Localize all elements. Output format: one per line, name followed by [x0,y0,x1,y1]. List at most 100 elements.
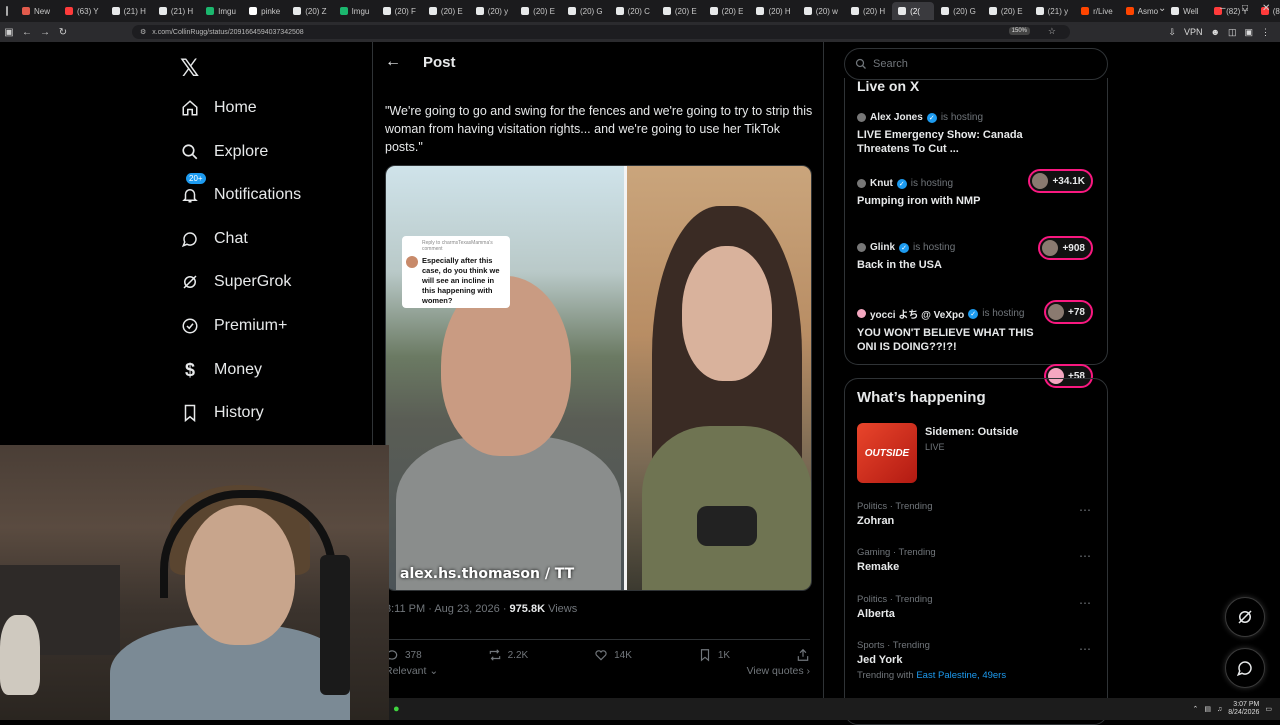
post-timestamp[interactable]: 3:11 PM · Aug 23, 2026 · [385,603,510,615]
browser-tab[interactable]: (21) y [1030,2,1074,20]
trend-item[interactable]: Sports · Trending Jed York Trending with… [857,640,1097,681]
app-status-icon[interactable]: ● [393,703,400,715]
browser-tab[interactable]: pinke [243,2,286,20]
nav-item-money[interactable]: $ Money [180,360,262,380]
reply-button[interactable]: 378 [385,640,422,662]
tab-search-icon[interactable]: ⌄ [1158,3,1166,14]
browser-tab[interactable]: (20) G [562,2,609,20]
more-options-icon[interactable]: ⋯ [1079,503,1091,517]
page-title: Post [423,53,456,71]
volume-icon[interactable]: ♫ [1217,706,1222,713]
tweet-media[interactable]: Reply to charmsTexasMamma's comment Espe… [385,165,812,591]
maximize-button[interactable]: □ [1242,3,1248,14]
more-options-icon[interactable]: ⋯ [1079,596,1091,610]
clock[interactable]: 3:07 PM 8/24/2026 [1228,701,1259,717]
tab-title: (20) Z [305,6,327,16]
forward-button[interactable]: → [36,27,54,38]
back-arrow-icon[interactable]: ← [385,53,401,71]
browser-tab[interactable]: (20) w [798,2,844,20]
messages-fab[interactable] [1225,648,1265,688]
tab-menu-icon[interactable] [6,6,8,16]
browser-tab[interactable]: (20) E [515,2,561,20]
bookmark-star-icon[interactable]: ☆ [1048,26,1056,37]
browser-tab[interactable]: Imgu [334,2,376,20]
browser-tab[interactable]: (20) H [845,2,891,20]
network-icon[interactable]: ▤ [1204,705,1211,713]
browser-tab[interactable]: (2( [892,2,935,20]
nav-item-explore[interactable]: Explore [180,142,268,162]
site-info-icon[interactable]: ⚙ [140,28,146,36]
nav-item-chat[interactable]: Chat [180,229,248,249]
relevant-dropdown[interactable]: Relevant ⌄ [385,665,438,677]
tab-favicon-icon [1125,7,1134,15]
browser-tab[interactable]: New [16,2,58,20]
minimize-button[interactable]: – [1220,3,1226,14]
browser-tab[interactable]: (20) E [704,2,750,20]
nav-item-history[interactable]: History [180,403,264,423]
close-window-button[interactable]: ✕ [1262,3,1270,14]
tab-favicon-icon [756,7,765,15]
media-left-frame: Reply to charmsTexasMamma's comment Espe… [386,166,624,590]
notification-center-icon[interactable]: ▭ [1265,705,1272,713]
trend-item[interactable]: Politics · Trending Alberta ⋯ [857,594,1097,620]
browser-tab[interactable]: (20) Z [287,2,332,20]
nav-label-chat: Chat [214,230,248,247]
webcam-overlay [0,445,389,720]
verified-icon: ✓ [899,242,910,253]
browser-tab[interactable]: (20) y [470,2,514,20]
vpn-button[interactable]: VPN [1184,27,1203,38]
browser-tab[interactable]: (20) H [750,2,796,20]
live-listeners-pill[interactable]: +78 [1044,300,1093,324]
more-options-icon[interactable]: ⋯ [1079,549,1091,563]
grok-fab[interactable] [1225,597,1265,637]
browser-tab[interactable]: (21) H [153,2,199,20]
browser-tab[interactable]: (20) E [423,2,469,20]
live-item[interactable]: Knut ✓ is hosting Pumping iron with NMP [857,178,1027,208]
reload-button[interactable]: ↻ [54,27,72,38]
trend-item[interactable]: Politics · Trending Zohran ⋯ [857,501,1097,527]
trending-with-links[interactable]: East Palestine, 49ers [916,670,1006,681]
live-listeners-pill[interactable]: +34.1K [1028,169,1093,193]
zoom-indicator[interactable]: 150% [1008,27,1030,35]
browser-tab[interactable]: Imgu [200,2,242,20]
live-listeners-pill[interactable]: +908 [1038,236,1093,260]
repost-button[interactable]: 2.2K [488,640,528,662]
live-item[interactable]: Glink ✓ is hosting Back in the USA [857,242,1027,272]
browser-tab[interactable]: (21) H [106,2,152,20]
tab-favicon-icon [709,7,718,15]
event-thumbnail[interactable]: OUTSIDE [857,423,917,483]
nav-item-supergrok[interactable]: SuperGrok [180,272,291,292]
menu-icon[interactable]: ⋮ [1261,27,1270,38]
back-button[interactable]: ← [18,27,36,38]
home-icon [180,98,200,118]
event-name[interactable]: Sidemen: Outside [925,426,1019,438]
browser-tab[interactable]: (20) E [657,2,703,20]
nav-item-premium[interactable]: Premium+ [180,316,287,336]
browser-tab[interactable]: (63) Y [59,2,105,20]
more-options-icon[interactable]: ⋯ [1079,642,1091,656]
live-item[interactable]: yocci よち @ VeXpo ✓ is hosting YOU WON'T BE… [857,306,1037,354]
download-icon[interactable]: ⇩ [1168,27,1176,38]
browser-tab[interactable]: (20) G [935,2,982,20]
like-button[interactable]: 14K [594,640,632,662]
wallet-icon[interactable]: ▣ [1244,27,1253,38]
profile-icon[interactable]: ☻ [1210,27,1219,38]
browser-tab[interactable]: Well [1165,2,1207,20]
tray-chevron-icon[interactable]: ⌃ [1192,705,1198,713]
nav-item-notifications[interactable]: 20+ Notifications [180,173,301,205]
search-input[interactable]: Search [844,48,1108,80]
sidebar-toggle-icon[interactable]: ▣ [0,27,18,38]
share-button[interactable] [796,640,810,662]
view-quotes-link[interactable]: View quotes › [747,665,810,677]
extensions-icon[interactable]: ◫ [1228,27,1237,38]
browser-tab[interactable]: (20) F [377,2,422,20]
live-item[interactable]: Alex Jones ✓ is hosting LIVE Emergency Sho… [857,112,1027,156]
bookmark-button[interactable]: 1K [698,640,730,662]
browser-tab[interactable]: (20) E [983,2,1029,20]
browser-tab[interactable]: r/Live [1075,2,1119,20]
trend-item[interactable]: Gaming · Trending Remake ⋯ [857,547,1097,573]
url-field[interactable]: ⚙ x.com/CollinRugg/status/20916645940373… [132,25,1070,39]
nav-item-home[interactable]: Home [180,98,257,118]
x-logo-icon[interactable]: 𝕏 [180,54,199,82]
browser-tab[interactable]: (20) C [610,2,656,20]
